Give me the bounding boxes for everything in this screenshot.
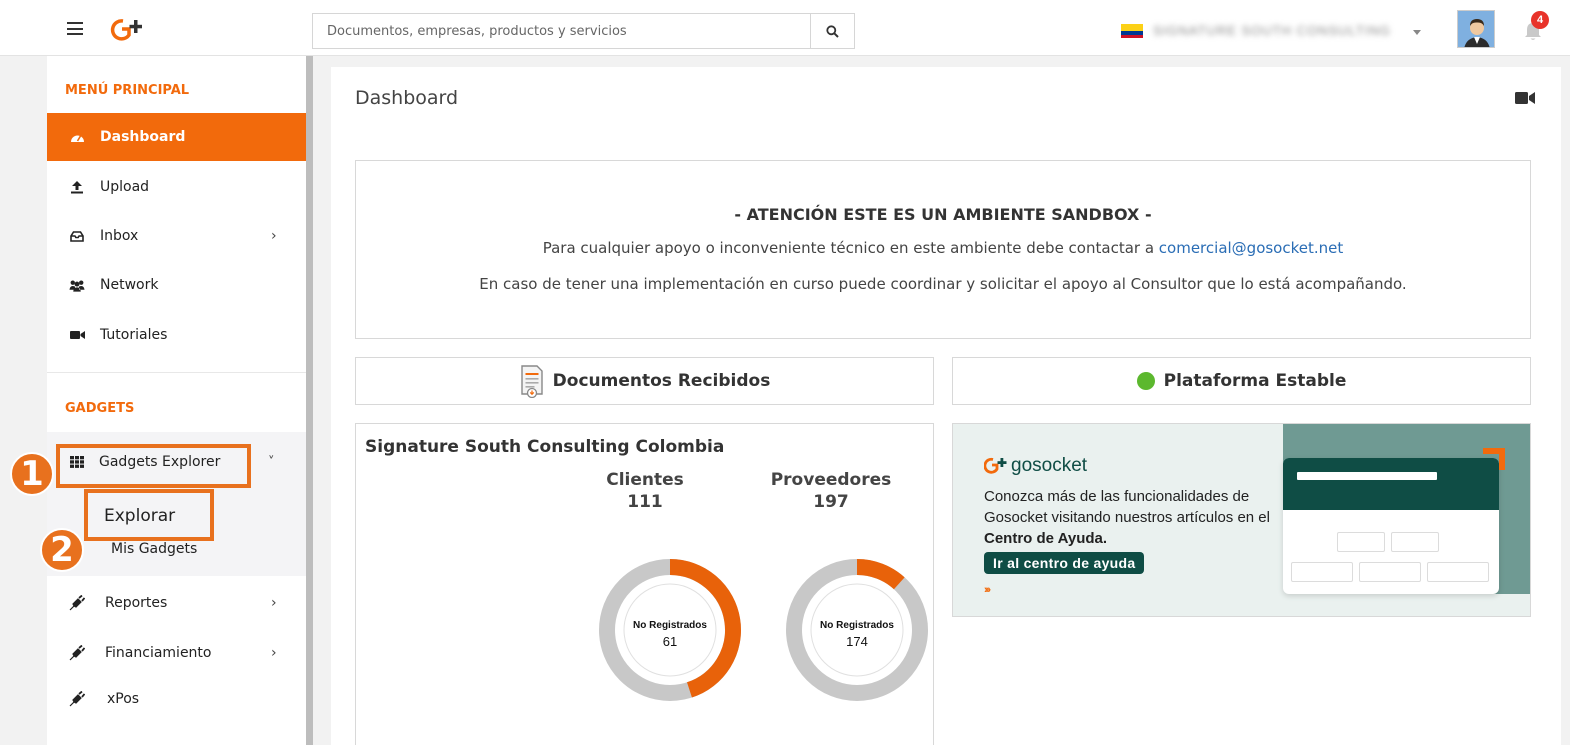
main-menu-title: MENÚ PRINCIPAL (65, 83, 190, 98)
sidebar-item-label: Dashboard (100, 129, 186, 145)
step-2-marker: 2 (40, 528, 84, 572)
partners-stats-panel: Signature South Consulting Colombia Clie… (355, 423, 934, 745)
proveedores-label: Proveedores (770, 470, 892, 490)
sidebar-item-inbox[interactable]: Inbox › (47, 212, 306, 260)
banner-text-body: Conozca más de las funcionalidades de Go… (984, 488, 1270, 526)
sidebar-item-label: Reportes (105, 595, 168, 611)
help-center-banner[interactable]: gosocket Conozca más de las funcionalida… (952, 423, 1531, 617)
search-icon (826, 24, 839, 38)
sidebar-item-label: Financiamiento (105, 645, 212, 661)
plug-icon (69, 645, 85, 661)
submenu-item-mis-gadgets[interactable]: Mis Gadgets (111, 541, 197, 557)
video-camera-icon (69, 327, 85, 343)
donut-registered-arc (856, 559, 905, 590)
sidebar-item-network[interactable]: Network (47, 261, 306, 309)
clientes-center-label: No Registrados (633, 620, 707, 631)
notification-badge: 4 (1531, 11, 1549, 29)
clientes-label: Clientes (606, 470, 684, 490)
company-title: Signature South Consulting Colombia (365, 437, 725, 457)
documents-received-title: Documentos Recibidos (552, 371, 771, 391)
notice-consultant-line: En caso de tener una implementación en c… (479, 275, 1407, 293)
user-avatar[interactable] (1457, 10, 1495, 48)
sidebar-item-label: Network (100, 277, 159, 293)
banner-text: Conozca más de las funcionalidades de Go… (984, 486, 1284, 549)
triple-chevron-icon: ››› (984, 584, 991, 596)
platform-status-header: Plataforma Estable (952, 357, 1531, 405)
sidebar-item-reportes[interactable]: Reportes › (47, 579, 306, 627)
help-center-button[interactable]: Ir al centro de ayuda (984, 552, 1145, 574)
main-content: Dashboard - ATENCIÓN ESTE ES UN AMBIENTE… (331, 67, 1561, 745)
search-bar (312, 13, 855, 49)
page-title: Dashboard (355, 87, 459, 109)
gosocket-logo[interactable] (109, 17, 149, 43)
sidebar-item-label: Upload (100, 179, 150, 195)
plug-icon (69, 691, 85, 707)
sandbox-notice: - ATENCIÓN ESTE ES UN AMBIENTE SANDBOX -… (355, 160, 1531, 339)
sidebar-item-label: Tutoriales (100, 327, 168, 343)
gadgets-section-title: GADGETS (65, 401, 135, 416)
plug-icon (69, 595, 85, 611)
step-2-highlight (84, 489, 214, 541)
user-avatar-icon (1458, 11, 1494, 47)
video-camera-icon[interactable] (1515, 91, 1535, 105)
help-center-preview-image (1283, 458, 1499, 594)
search-input[interactable] (313, 14, 811, 48)
sidebar-item-upload[interactable]: Upload (47, 163, 306, 211)
chevron-down-icon (1413, 30, 1421, 35)
documents-received-header: Documentos Recibidos (355, 357, 934, 405)
brand-name: gosocket (1011, 455, 1088, 476)
sidebar-divider (47, 372, 306, 373)
sidebar-item-dashboard[interactable]: Dashboard (47, 113, 306, 161)
chevron-down-icon: ˅ (268, 454, 275, 470)
colombia-flag-icon (1121, 24, 1143, 38)
banner-text-highlight: Centro de Ayuda. (984, 530, 1108, 547)
gosocket-brand: gosocket (984, 455, 1087, 477)
step-1-highlight (56, 444, 251, 488)
notice-contact-text: Para cualquier apoyo o inconveniente téc… (542, 239, 1155, 257)
notice-title: - ATENCIÓN ESTE ES UN AMBIENTE SANDBOX - (734, 205, 1152, 224)
sidebar-item-tutoriales[interactable]: Tutoriales (47, 311, 306, 359)
sidebar-scrollbar[interactable] (306, 56, 313, 745)
search-button[interactable] (810, 14, 854, 48)
network-icon (69, 277, 85, 293)
top-bar: SIGNATURE SOUTH CONSULTING 4 (0, 0, 1570, 56)
platform-status-title: Plataforma Estable (1163, 371, 1347, 391)
upload-icon (69, 179, 85, 195)
proveedores-center-label: No Registrados (820, 620, 894, 631)
status-ok-icon (1136, 372, 1155, 390)
sidebar-item-label: xPos (107, 691, 140, 707)
gosocket-logo-icon (984, 457, 1007, 474)
document-icon (520, 365, 543, 398)
clientes-total: 111 (627, 492, 663, 512)
clientes-center-value: 61 (662, 634, 678, 649)
chevron-right-icon: › (271, 645, 277, 661)
sidebar-item-label: Inbox (100, 228, 139, 244)
chevron-right-icon: › (271, 595, 277, 611)
chevron-right-icon: › (271, 228, 277, 244)
company-name: SIGNATURE SOUTH CONSULTING (1153, 23, 1391, 38)
banner-corner-decoration (1483, 448, 1505, 470)
dashboard-icon (69, 129, 85, 145)
notice-contact-line: Para cualquier apoyo o inconveniente téc… (356, 239, 1530, 257)
company-selector[interactable]: SIGNATURE SOUTH CONSULTING (1105, 13, 1435, 49)
sidebar: MENÚ PRINCIPAL Dashboard Upload Inbox › … (47, 56, 306, 745)
step-1-marker: 1 (10, 452, 54, 496)
sidebar-item-financiamiento[interactable]: Financiamiento › (47, 629, 306, 677)
inbox-icon (69, 228, 85, 244)
proveedores-total: 197 (813, 492, 849, 512)
hamburger-menu-icon[interactable] (67, 22, 83, 35)
proveedores-center-value: 174 (846, 634, 868, 649)
sidebar-item-xpos[interactable]: xPos (47, 675, 306, 723)
contact-email-link[interactable]: comercial@gosocket.net (1159, 239, 1343, 257)
